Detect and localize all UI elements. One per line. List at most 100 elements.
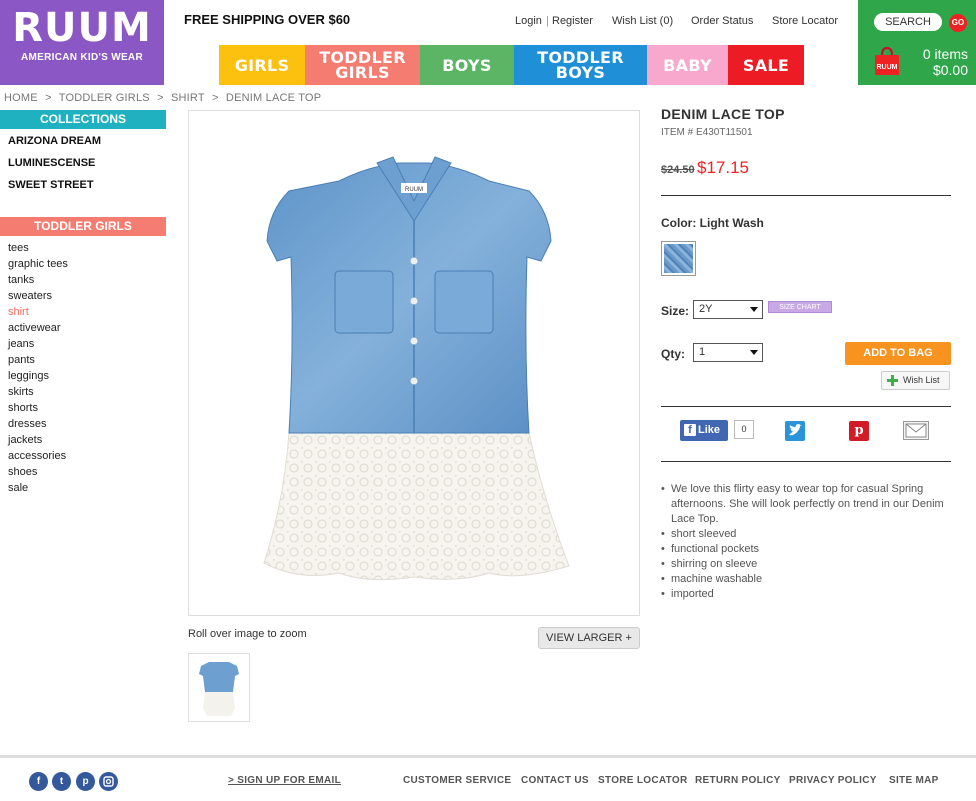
footer-contact-us[interactable]: CONTACT US [521, 775, 589, 786]
nav-boys-label: BOYS [442, 55, 492, 75]
category-item[interactable]: accessories [8, 449, 68, 465]
category-item[interactable]: leggings [8, 369, 68, 385]
brand-tagline: AMERICAN KID'S WEAR [21, 52, 143, 63]
divider [661, 461, 951, 462]
facebook-icon[interactable]: f [29, 772, 48, 791]
denim-lace-top-image: RUUM [263, 156, 570, 581]
description-item: imported [661, 587, 951, 602]
original-price: $24.50 [661, 164, 695, 176]
cart-summary[interactable]: 0 items $0.00 [923, 46, 968, 78]
nav-toddler-girls[interactable]: TODDLER GIRLS [305, 45, 420, 85]
wish-list-label: Wish List [903, 375, 940, 385]
category-item[interactable]: sale [8, 481, 68, 497]
product-image[interactable]: RUUM [188, 110, 640, 616]
login-separator: | [546, 15, 549, 27]
twitter-icon[interactable]: t [52, 772, 71, 791]
instagram-glyph [103, 776, 114, 787]
breadcrumb-toddler-girls[interactable]: TODDLER GIRLS [59, 92, 150, 104]
chevron-down-icon [750, 350, 758, 355]
nav-sale[interactable]: SALE [728, 45, 804, 85]
category-item[interactable]: graphic tees [8, 257, 68, 273]
wish-list-link[interactable]: Wish List (0) [612, 15, 673, 27]
nav-girls-label: GIRLS [234, 55, 290, 75]
order-status-link[interactable]: Order Status [691, 15, 753, 27]
collection-sweet-street[interactable]: SWEET STREET [8, 178, 101, 200]
nav-sale-label: SALE [742, 55, 790, 75]
brand-logo[interactable]: RUUM AMERICAN KID'S WEAR [0, 0, 164, 85]
collection-luminescense[interactable]: LUMINESCENSE [8, 156, 101, 178]
nav-baby[interactable]: BABY [647, 45, 728, 85]
breadcrumb-separator: > [157, 92, 164, 104]
search-button[interactable]: SEARCH [874, 13, 942, 31]
divider [661, 406, 951, 407]
pinterest-icon: p [854, 423, 864, 438]
breadcrumb-shirt[interactable]: SHIRT [171, 92, 205, 104]
breadcrumb-current: DENIM LACE TOP [225, 92, 322, 104]
sale-price: $17.15 [697, 158, 749, 177]
zoom-hint: Roll over image to zoom [188, 628, 307, 640]
color-swatch-light-wash[interactable] [661, 241, 696, 276]
footer-return-policy[interactable]: RETURN POLICY [695, 775, 781, 786]
instagram-icon[interactable] [99, 772, 118, 791]
category-item[interactable]: tees [8, 241, 68, 257]
store-locator-link[interactable]: Store Locator [772, 15, 838, 27]
nav-girls[interactable]: GIRLS [219, 45, 305, 85]
add-to-wish-list-button[interactable]: Wish List [881, 371, 950, 390]
category-item-active[interactable]: shirt [8, 305, 68, 321]
like-count: 0 [734, 420, 754, 439]
size-select[interactable]: 2Y [693, 300, 763, 319]
collection-arizona-dream[interactable]: ARIZONA DREAM [8, 134, 101, 156]
nav-boys[interactable]: BOYS [420, 45, 514, 85]
category-item[interactable]: skirts [8, 385, 68, 401]
add-to-bag-button[interactable]: ADD TO BAG [845, 342, 951, 365]
size-label: Size: [661, 304, 690, 318]
category-list: tees graphic tees tanks sweaters shirt a… [8, 241, 68, 497]
category-item[interactable]: activewear [8, 321, 68, 337]
category-item[interactable]: jackets [8, 433, 68, 449]
divider [661, 195, 951, 196]
category-item[interactable]: dresses [8, 417, 68, 433]
chevron-down-icon [750, 307, 758, 312]
color-label: Color: Light Wash [661, 216, 764, 230]
category-item[interactable]: sweaters [8, 289, 68, 305]
description-item: machine washable [661, 572, 951, 587]
twitter-share-button[interactable] [785, 421, 805, 441]
category-item[interactable]: shoes [8, 465, 68, 481]
product-thumbnail[interactable] [188, 653, 250, 722]
pinterest-share-button[interactable]: p [849, 421, 869, 441]
collections-list: ARIZONA DREAM LUMINESCENSE SWEET STREET [8, 134, 101, 200]
size-chart-link[interactable]: SIZE CHART [768, 301, 832, 313]
category-item[interactable]: jeans [8, 337, 68, 353]
footer-store-locator[interactable]: STORE LOCATOR [598, 775, 687, 786]
envelope-icon [905, 423, 927, 438]
footer-customer-service[interactable]: CUSTOMER SERVICE [403, 775, 511, 786]
register-link[interactable]: Register [552, 15, 593, 27]
category-item[interactable]: pants [8, 353, 68, 369]
shopping-bag-icon[interactable]: RUUM [874, 46, 900, 76]
product-item-number: ITEM # E430T11501 [661, 127, 753, 138]
thumbnail-image [199, 662, 239, 716]
pinterest-icon[interactable]: p [76, 772, 95, 791]
breadcrumb-separator: > [45, 92, 52, 104]
footer-privacy-policy[interactable]: PRIVACY POLICY [789, 775, 877, 786]
quantity-select[interactable]: 1 [693, 343, 763, 362]
category-item[interactable]: shorts [8, 401, 68, 417]
breadcrumb-separator: > [212, 92, 219, 104]
login-link[interactable]: Login [515, 15, 542, 27]
view-larger-button[interactable]: VIEW LARGER + [538, 627, 640, 649]
cart-panel: SEARCH GO RUUM 0 items $0.00 [858, 0, 976, 85]
description-item: short sleeved [661, 527, 951, 542]
nav-toddler-boys[interactable]: TODDLER BOYS [514, 45, 647, 85]
facebook-like-button[interactable]: f Like [680, 420, 728, 441]
category-item[interactable]: tanks [8, 273, 68, 289]
go-button[interactable]: GO [949, 14, 967, 32]
email-share-button[interactable] [903, 421, 929, 440]
qty-label: Qty: [661, 347, 685, 361]
free-shipping-banner: FREE SHIPPING OVER $60 [184, 12, 351, 27]
brand-name: RUUM [12, 5, 152, 51]
email-signup-link[interactable]: > SIGN UP FOR EMAIL [228, 775, 341, 786]
footer-site-map[interactable]: SITE MAP [889, 775, 939, 786]
cart-item-count: 0 items [922, 46, 968, 62]
breadcrumb-home[interactable]: HOME [4, 92, 38, 104]
bag-logo-text: RUUM [877, 64, 898, 71]
